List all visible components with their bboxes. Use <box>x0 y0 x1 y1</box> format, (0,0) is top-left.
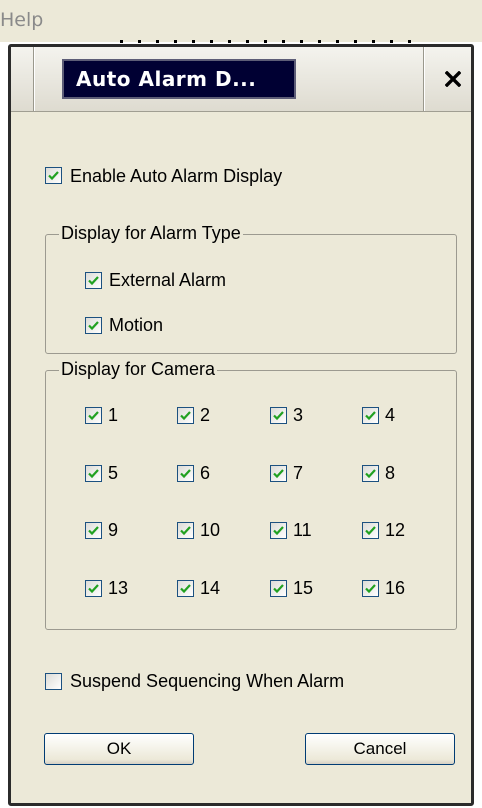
camera-9-checkbox[interactable] <box>85 522 102 539</box>
camera-15-checkbox[interactable] <box>270 580 287 597</box>
cancel-button[interactable]: Cancel <box>305 733 455 765</box>
checkmark-icon <box>88 526 99 536</box>
enable-auto-alarm-checkbox[interactable] <box>45 167 62 184</box>
camera-11-checkbox[interactable] <box>270 522 287 539</box>
camera-2-checkbox[interactable] <box>177 407 194 424</box>
camera-10-label: 10 <box>200 520 221 540</box>
camera-9-label: 9 <box>108 520 119 540</box>
title-separator <box>423 47 425 111</box>
close-button[interactable] <box>439 65 467 93</box>
suspend-sequencing-label: Suspend Sequencing When Alarm <box>70 671 345 691</box>
camera-7-checkbox[interactable] <box>270 465 287 482</box>
checkmark-icon <box>273 469 284 479</box>
checkmark-icon <box>180 411 191 421</box>
motion-checkbox[interactable] <box>85 317 102 334</box>
checkmark-icon <box>365 469 376 479</box>
camera-8-checkbox[interactable] <box>362 465 379 482</box>
checkmark-icon <box>365 411 376 421</box>
checkmark-icon <box>180 526 191 536</box>
checkmark-icon <box>48 171 59 181</box>
camera-3-label: 3 <box>293 405 304 425</box>
camera-1-label: 1 <box>108 405 119 425</box>
camera-13-checkbox[interactable] <box>85 580 102 597</box>
checkmark-icon <box>88 321 99 331</box>
camera-4-label: 4 <box>385 405 396 425</box>
close-icon <box>444 70 462 88</box>
title-separator <box>33 47 35 111</box>
checkmark-icon <box>365 526 376 536</box>
checkmark-icon <box>180 469 191 479</box>
checkmark-icon <box>88 411 99 421</box>
camera-12-checkbox[interactable] <box>362 522 379 539</box>
enable-auto-alarm-label: Enable Auto Alarm Display <box>70 166 283 186</box>
title-bar[interactable]: Auto Alarm D... <box>11 47 471 112</box>
camera-15-label: 15 <box>293 578 314 598</box>
menu-help[interactable]: Help <box>0 9 43 31</box>
external-alarm-checkbox[interactable] <box>85 272 102 289</box>
checkmark-icon <box>273 411 284 421</box>
camera-6-label: 6 <box>200 463 211 483</box>
alarm-type-group <box>45 234 457 354</box>
camera-16-checkbox[interactable] <box>362 580 379 597</box>
camera-11-label: 11 <box>293 520 312 540</box>
checkmark-icon <box>88 276 99 286</box>
camera-16-label: 16 <box>385 578 406 598</box>
camera-14-checkbox[interactable] <box>177 580 194 597</box>
suspend-sequencing-checkbox[interactable] <box>45 673 62 690</box>
external-alarm-label: External Alarm <box>109 270 227 290</box>
camera-10-checkbox[interactable] <box>177 522 194 539</box>
camera-5-label: 5 <box>108 463 119 483</box>
camera-5-checkbox[interactable] <box>85 465 102 482</box>
checkmark-icon <box>180 584 191 594</box>
menu-bar: Help <box>0 0 482 43</box>
camera-legend: Display for Camera <box>59 359 218 379</box>
camera-4-checkbox[interactable] <box>362 407 379 424</box>
camera-1-checkbox[interactable] <box>85 407 102 424</box>
checkmark-icon <box>365 584 376 594</box>
checkmark-icon <box>88 584 99 594</box>
camera-8-label: 8 <box>385 463 396 483</box>
dialog-title: Auto Alarm D... <box>62 59 296 99</box>
camera-14-label: 14 <box>200 578 221 598</box>
alarm-type-legend: Display for Alarm Type <box>59 223 243 243</box>
ok-button[interactable]: OK <box>44 733 194 765</box>
checkmark-icon <box>273 584 284 594</box>
camera-6-checkbox[interactable] <box>177 465 194 482</box>
motion-label: Motion <box>109 315 164 335</box>
checkmark-icon <box>273 526 284 536</box>
camera-2-label: 2 <box>200 405 211 425</box>
auto-alarm-dialog: Auto Alarm D... Enable Auto Alarm Displa… <box>8 44 474 806</box>
camera-7-label: 7 <box>293 463 304 483</box>
camera-3-checkbox[interactable] <box>270 407 287 424</box>
checkmark-icon <box>88 469 99 479</box>
camera-13-label: 13 <box>108 578 129 598</box>
camera-12-label: 12 <box>385 520 406 540</box>
background-window-edge <box>120 40 420 43</box>
